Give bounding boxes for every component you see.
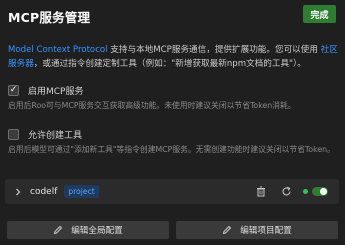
server-enabled-toggle[interactable] (312, 187, 328, 196)
edit-global-config-button[interactable]: 编辑全局配置 (7, 221, 169, 239)
enable-mcp-option: ✓ 启用MCP服务 启用后Roo可与MCP服务交互获取高级功能。未使用时建议关闭… (8, 83, 340, 111)
intro-text-1: 支持与本地MCP服务通信，提供扩展功能。您可以使用 (107, 45, 321, 55)
mcp-settings-panel: MCP服务管理 完成 Model Context Protocol 支持与本地M… (0, 0, 345, 245)
chevron-right-icon[interactable] (13, 187, 23, 197)
refresh-icon[interactable] (280, 186, 292, 198)
pencil-icon (54, 225, 63, 235)
edit-global-config-label: 编辑全局配置 (71, 226, 123, 236)
intro-text-2: ，或通过指令创建定制工具（例如："新增获取最新npm文档的工具"）。 (33, 59, 306, 69)
allow-create-tools-checkbox[interactable] (8, 128, 19, 140)
enable-mcp-checkbox[interactable]: ✓ (8, 84, 19, 96)
allow-create-tools-label[interactable]: 允许创建工具 (28, 128, 82, 141)
enable-mcp-label[interactable]: 启用MCP服务 (28, 84, 83, 97)
server-status-dot (303, 189, 308, 194)
pencil-icon (223, 225, 232, 235)
page-title: MCP服务管理 (8, 10, 91, 25)
edit-project-config-label: 编辑项目配置 (240, 226, 292, 236)
done-button[interactable]: 完成 (303, 5, 336, 23)
intro-paragraph: Model Context Protocol 支持与本地MCP服务通信，提供扩展… (8, 43, 340, 71)
trash-icon[interactable] (255, 186, 267, 198)
server-row-codelf[interactable]: codelf project (5, 179, 339, 204)
server-scope-badge: project (64, 185, 99, 198)
server-name: codelf (30, 186, 58, 197)
allow-create-tools-description: 启用后模型可通过"添加新工具"等指令创建MCP服务。无需创建功能时建议关闭以节省… (8, 145, 335, 154)
mcp-protocol-link[interactable]: Model Context Protocol (8, 45, 108, 55)
edit-project-config-button[interactable]: 编辑项目配置 (176, 221, 338, 239)
allow-create-tools-option: 允许创建工具 启用后模型可通过"添加新工具"等指令创建MCP服务。无需创建功能时… (8, 127, 340, 155)
enable-mcp-description: 启用后Roo可与MCP服务交互获取高级功能。未使用时建议关闭以节省Token消耗… (8, 101, 296, 110)
